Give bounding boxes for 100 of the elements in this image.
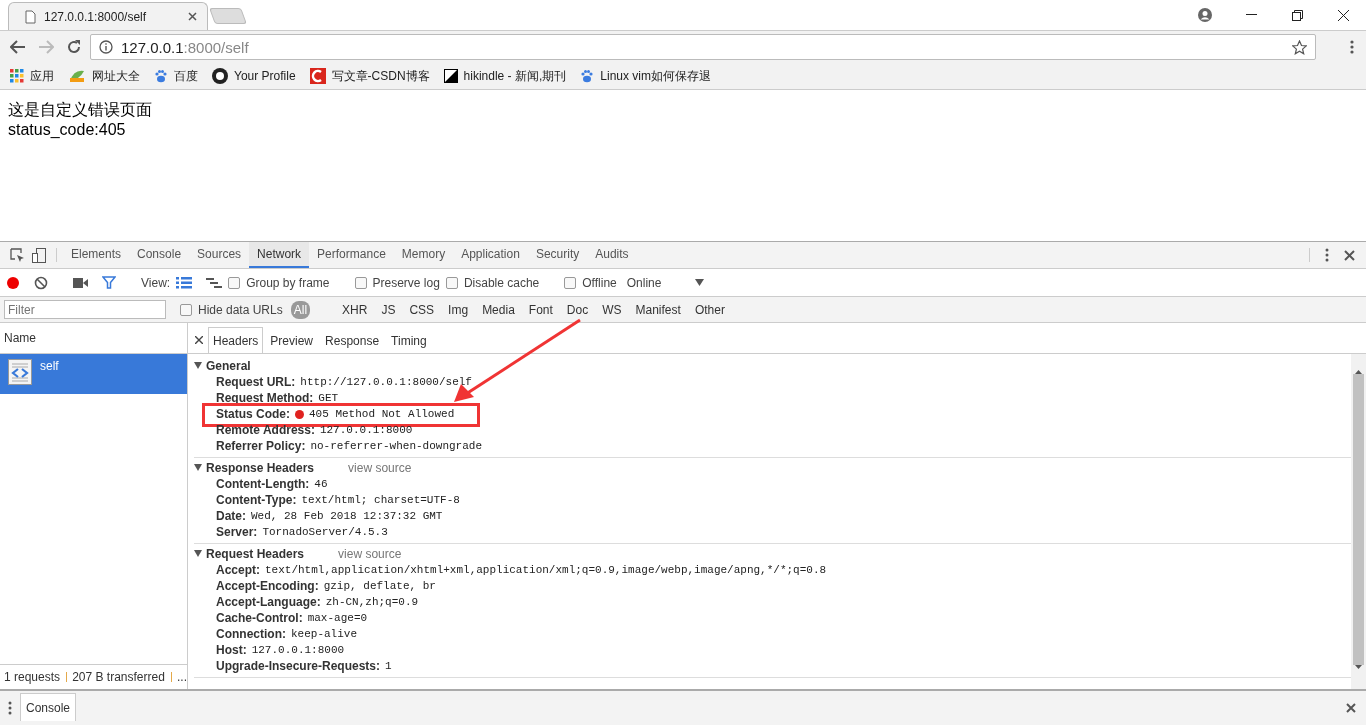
checkbox[interactable] [564,276,577,289]
caret-icon[interactable] [194,362,202,369]
close-icon[interactable] [1337,9,1349,21]
device-icon[interactable] [32,247,46,263]
header-name: Request URL: [216,375,296,389]
devtools-tab[interactable]: Application [453,242,528,268]
type-filter[interactable]: XHR [339,300,371,319]
type-filter[interactable]: Manifest [632,300,684,319]
view-label: View: [141,275,171,290]
bookmark-link[interactable]: 应用 [30,67,54,85]
section-title[interactable]: Request Headers [206,546,305,561]
more-icon[interactable] [8,701,12,715]
header-value: 127.0.0.1:8000 [319,424,413,436]
bookmark-link[interactable]: Your Profile [234,69,296,83]
bookmark-link[interactable]: 网址大全 [92,67,140,85]
header-name: Accept-Encoding: [216,579,319,593]
bookmark-link[interactable]: hikindle - 新闻,期刊 [463,67,567,85]
bookmark-link[interactable]: 百度 [174,67,198,85]
record-icon[interactable] [6,275,20,290]
type-filter[interactable]: Img [445,300,472,319]
checkbox[interactable] [354,276,367,289]
header-name: Host: [216,643,247,657]
throttle-dropdown[interactable]: Online [626,275,705,290]
devtools-tab[interactable]: Sources [189,242,250,268]
header-name: Connection: [216,627,286,641]
header-value: no-referrer-when-downgrade [310,440,482,452]
checkbox-label: Offline [582,275,617,290]
summary-text: 207 B transferred [72,670,165,684]
filter-field[interactable]: Filter [4,300,166,319]
restore-icon[interactable] [1291,9,1303,21]
type-filter[interactable]: Media [479,300,518,319]
header-value: text/html; charset=UTF-8 [301,494,460,506]
summary-text: ... [177,670,187,684]
back-arrow-icon[interactable] [10,40,26,54]
checkbox[interactable] [180,303,192,316]
inspect-cursor-icon[interactable] [9,247,25,263]
header-name: Server: [216,525,258,539]
close-icon[interactable] [1343,249,1355,261]
close-icon[interactable] [188,12,197,21]
checkbox[interactable] [445,276,458,289]
close-icon[interactable] [1346,703,1356,713]
type-filter[interactable]: Other [691,300,728,319]
caret-icon[interactable] [194,550,202,557]
type-filter[interactable]: Doc [563,300,592,319]
view-source-link[interactable]: view source [348,460,412,475]
clear-icon[interactable] [34,275,48,290]
camera-icon[interactable] [73,277,88,288]
info-icon [99,40,113,54]
minimize-icon[interactable] [1245,14,1257,16]
drawer-tab[interactable]: Console [20,693,77,721]
type-filter[interactable]: CSS [406,300,438,319]
close-icon[interactable] [195,336,203,344]
devtools-tab[interactable]: Security [527,242,588,268]
reload-icon[interactable] [67,40,81,54]
header-name: Date: [216,509,246,523]
devtools-tab[interactable]: Console [129,242,190,268]
scrollbar-thumb[interactable] [1353,374,1364,665]
header-name: Upgrade-Insecure-Requests: [216,659,381,673]
request-row[interactable]: self [0,354,187,394]
apps-grid-icon [10,69,24,83]
header-value: http://127.0.0.1:8000/self [300,376,472,388]
list-view-icon[interactable] [176,276,193,289]
bookmark-link[interactable]: Linux vim如何保存退 [600,67,711,85]
checkbox-label: Disable cache [463,275,540,290]
bookmark-link[interactable]: 写文章-CSDN博客 [331,67,430,85]
more-icon[interactable] [1325,248,1329,262]
devtools-tab[interactable]: Performance [309,242,394,268]
header-value: max-age=0 [307,612,368,624]
header-name: Status Code: [216,407,290,421]
type-filter[interactable]: WS [599,300,625,319]
header-name: Content-Length: [216,477,310,491]
type-filter[interactable]: JS [378,300,399,319]
header-value: 405 Method Not Allowed [309,408,455,420]
paw-icon [580,69,595,83]
checkbox-label: Preserve log [372,275,440,290]
section-title[interactable]: Response Headers [206,460,315,475]
header-value: TornadoServer/4.5.3 [262,526,388,538]
devtools-tab[interactable]: Audits [587,242,637,268]
header-value: keep-alive [291,628,357,640]
devtools-tab[interactable]: Elements [63,242,130,268]
checkbox[interactable] [228,276,241,289]
address-bar[interactable]: 127.0.0.1:8000/self [90,34,1316,60]
detail-tab[interactable]: Headers [208,327,264,353]
type-filter[interactable]: Font [525,300,556,319]
leaf-icon [68,69,86,83]
menu-icon[interactable] [1350,40,1354,54]
view-source-link[interactable]: view source [338,546,402,561]
caret-icon[interactable] [194,464,202,471]
browser-tab[interactable]: 127.0.0.1:8000/self [8,2,208,30]
devtools-tab[interactable]: Memory [393,242,454,268]
waterfall-icon[interactable] [206,276,223,289]
split-square-icon [443,69,458,83]
star-icon[interactable] [1292,39,1307,55]
devtools-tab[interactable]: Network [249,242,310,268]
filter-icon[interactable] [102,276,116,289]
header-name: Accept: [216,563,260,577]
header-value: text/html,application/xhtml+xml,application/xml;q=0.9,image/webp,image/apng,*/*;q=0.8 [265,564,827,576]
section-title[interactable]: General [206,358,251,373]
header-value: gzip, deflate, br [323,580,436,592]
profile-icon[interactable] [1198,8,1212,22]
